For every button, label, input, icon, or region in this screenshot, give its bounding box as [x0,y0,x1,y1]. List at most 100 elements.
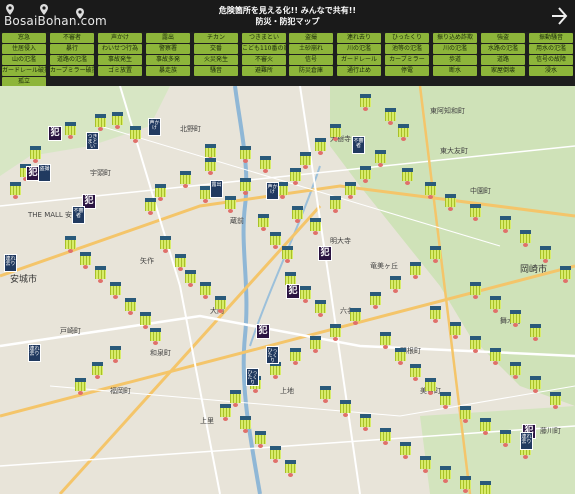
filter-button[interactable]: 暴行 [50,44,94,54]
filter-button[interactable]: ガードレール [337,55,381,65]
filter-button[interactable]: わいせつ行為 [98,44,142,54]
report-marker-icon[interactable] [530,324,541,341]
report-marker-icon[interactable] [500,430,511,447]
filter-button[interactable]: 用水の氾濫 [529,44,573,54]
filter-button[interactable]: 不審者 [50,33,94,43]
incident-tag-icon[interactable]: 露出 [210,180,223,198]
filter-button[interactable]: 事故多発 [146,55,190,65]
report-marker-icon[interactable] [205,158,216,175]
report-marker-icon[interactable] [445,194,456,211]
report-marker-icon[interactable] [330,196,341,213]
report-marker-icon[interactable] [320,386,331,403]
report-marker-icon[interactable] [400,442,411,459]
report-marker-icon[interactable] [490,348,501,365]
report-marker-icon[interactable] [10,182,21,199]
report-marker-icon[interactable] [270,232,281,249]
incident-tag-icon[interactable]: 盗撮 [38,164,51,182]
report-marker-icon[interactable] [125,298,136,315]
report-marker-icon[interactable] [95,114,106,131]
filter-button[interactable]: 火災発生 [194,55,238,65]
report-marker-icon[interactable] [402,168,413,185]
filter-button[interactable]: 不審火 [242,55,286,65]
report-marker-icon[interactable] [225,196,236,213]
incident-tag-icon[interactable]: 声かけ [266,182,279,200]
report-marker-icon[interactable] [260,156,271,173]
report-marker-icon[interactable] [370,292,381,309]
report-marker-icon[interactable] [470,204,481,221]
report-marker-icon[interactable] [420,456,431,473]
filter-button[interactable]: 川の氾濫 [337,44,381,54]
report-marker-icon[interactable] [430,246,441,263]
filter-button[interactable]: 土砂崩れ [289,44,333,54]
report-marker-icon[interactable] [520,230,531,247]
report-marker-icon[interactable] [410,262,421,279]
crime-marker-icon[interactable]: 犯 [48,126,62,141]
report-marker-icon[interactable] [440,466,451,483]
filter-button[interactable]: 窓急 [2,33,46,43]
filter-button[interactable]: 信号 [289,55,333,65]
report-marker-icon[interactable] [360,414,371,431]
filter-button[interactable]: 池等の氾濫 [385,44,429,54]
report-marker-icon[interactable] [350,308,361,325]
filter-button[interactable]: 露出 [146,33,190,43]
filter-button[interactable]: 交番 [194,44,238,54]
incident-tag-icon[interactable]: 連れ去り [520,432,533,450]
filter-button[interactable]: 歩道 [433,55,477,65]
report-marker-icon[interactable] [375,150,386,167]
filter-button[interactable]: 盗撮 [289,33,333,43]
report-marker-icon[interactable] [230,390,241,407]
incident-tag-icon[interactable]: 不審者 [72,206,85,224]
filter-button[interactable]: 道路の氾濫 [50,55,94,65]
site-logo[interactable]: BosaiBohan.com [4,4,114,30]
report-marker-icon[interactable] [310,218,321,235]
report-marker-icon[interactable] [65,236,76,253]
report-marker-icon[interactable] [95,266,106,283]
report-marker-icon[interactable] [175,254,186,271]
filter-button[interactable]: 声かけ [98,33,142,43]
report-marker-icon[interactable] [390,276,401,293]
report-marker-icon[interactable] [110,282,121,299]
incident-tag-icon[interactable]: ひったくり [246,368,259,386]
report-marker-icon[interactable] [285,460,296,477]
report-marker-icon[interactable] [560,266,571,283]
report-marker-icon[interactable] [395,348,406,365]
report-marker-icon[interactable] [240,178,251,195]
filter-button[interactable]: 避難所 [242,66,286,76]
report-marker-icon[interactable] [360,166,371,183]
report-marker-icon[interactable] [110,346,121,363]
filter-button[interactable]: カーブミラー破損 [50,66,94,76]
report-marker-icon[interactable] [425,378,436,395]
report-marker-icon[interactable] [270,446,281,463]
report-marker-icon[interactable] [220,404,231,421]
crime-marker-icon[interactable]: 犯 [286,284,300,299]
report-marker-icon[interactable] [300,152,311,169]
report-marker-icon[interactable] [310,336,321,353]
filter-button[interactable]: 通行止め [337,66,381,76]
report-marker-icon[interactable] [430,306,441,323]
report-marker-icon[interactable] [290,348,301,365]
filter-button[interactable]: 警察署 [146,44,190,54]
report-marker-icon[interactable] [470,282,481,299]
report-marker-icon[interactable] [540,246,551,263]
report-marker-icon[interactable] [160,236,171,253]
report-marker-icon[interactable] [270,362,281,379]
filter-button[interactable]: 振動騒音 [529,33,573,43]
report-marker-icon[interactable] [330,324,341,341]
filter-button[interactable]: ひったくり [385,33,429,43]
filter-button[interactable]: 住居侵入 [2,44,46,54]
report-marker-icon[interactable] [140,312,151,329]
crime-marker-icon[interactable]: 犯 [318,246,332,261]
filter-button[interactable]: 浸水 [529,66,573,76]
report-marker-icon[interactable] [30,146,41,163]
report-marker-icon[interactable] [292,206,303,223]
filter-button[interactable]: つきまとい [242,33,286,43]
report-marker-icon[interactable] [360,94,371,111]
report-marker-icon[interactable] [500,216,511,233]
report-marker-icon[interactable] [490,296,501,313]
report-marker-icon[interactable] [510,310,521,327]
report-marker-icon[interactable] [145,198,156,215]
report-marker-icon[interactable] [530,376,541,393]
report-marker-icon[interactable] [470,336,481,353]
report-marker-icon[interactable] [380,332,391,349]
filter-button[interactable]: 家屋倒壊 [481,66,525,76]
